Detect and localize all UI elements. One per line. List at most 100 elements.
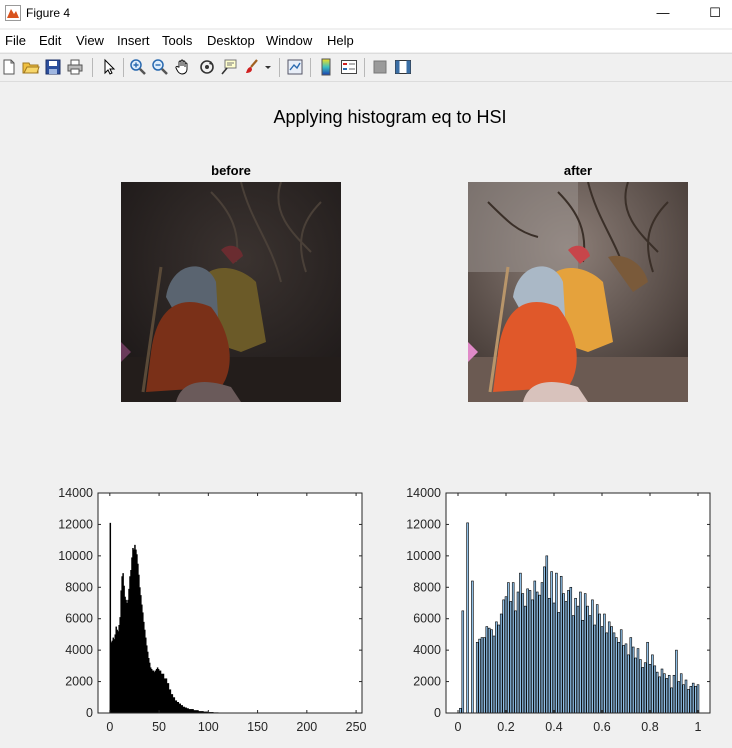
histogram-bar — [487, 627, 491, 714]
histogram-bar — [605, 632, 609, 714]
histogram-bar — [622, 645, 625, 714]
x-tick-label: 1 — [695, 720, 702, 734]
histogram-bar — [564, 601, 568, 714]
histogram-bar — [519, 572, 522, 714]
print-icon[interactable] — [66, 58, 84, 76]
zoom-out-icon[interactable] — [151, 58, 169, 76]
new-file-icon[interactable] — [0, 58, 18, 76]
menu-file[interactable]: File — [5, 33, 26, 48]
y-tick-label: 0 — [434, 706, 441, 720]
x-tick-label: 0 — [455, 720, 462, 734]
zoom-in-icon[interactable] — [129, 58, 147, 76]
pan-icon[interactable] — [174, 58, 192, 76]
histogram-bar — [526, 588, 529, 714]
show-plot-tools-icon[interactable] — [394, 58, 412, 76]
histogram-before: 0 2000 4000 6000 8000 10000 12000 14000 0 50 100 15… — [58, 486, 367, 734]
menu-window[interactable]: Window — [266, 33, 312, 48]
histogram-bar — [641, 667, 645, 714]
histogram-bar — [504, 596, 508, 714]
histogram-bar — [579, 591, 582, 714]
rotate-3d-icon[interactable] — [198, 58, 216, 76]
x-tick-label: 0.4 — [545, 720, 562, 734]
histogram-bar — [531, 599, 534, 714]
link-plot-icon[interactable] — [286, 58, 304, 76]
histogram-bar — [459, 707, 462, 714]
histogram-bar — [653, 665, 657, 714]
toolbar-separator — [364, 58, 365, 77]
histogram-bar — [631, 646, 635, 714]
menu-desktop[interactable]: Desktop — [207, 33, 255, 48]
maximize-button[interactable]: ☐ — [692, 0, 732, 28]
data-cursor-icon[interactable] — [220, 58, 238, 76]
histogram-bar — [627, 654, 630, 714]
y-tick-label: 6000 — [65, 612, 93, 626]
y-tick-label: 10000 — [406, 549, 441, 563]
histogram-bar — [475, 641, 479, 714]
histogram-bar — [562, 593, 565, 714]
window-titlebar: Figure 4 — ☐ — [0, 0, 732, 28]
histogram-bar — [603, 613, 606, 714]
histogram-bar — [567, 590, 570, 714]
histogram-bar — [663, 673, 666, 714]
y-tick-label: 12000 — [406, 517, 441, 531]
pointer-icon[interactable] — [100, 58, 118, 76]
menu-tools[interactable]: Tools — [162, 33, 192, 48]
x-tick-label: 0.8 — [641, 720, 658, 734]
histogram-bar — [533, 580, 537, 714]
after-image — [468, 182, 688, 402]
y-tick-label: 8000 — [413, 580, 441, 594]
figure-canvas: Applying histogram eq to HSI before afte… — [0, 82, 732, 748]
x-tick-label: 250 — [346, 720, 367, 734]
histogram-after: 0 2000 4000 6000 8000 10000 12000 14000 0 0.2 0.4 0… — [406, 486, 711, 734]
histogram-bar — [588, 615, 592, 714]
histogram-bar — [507, 582, 510, 714]
after-image-title: after — [563, 163, 593, 178]
menu-view[interactable]: View — [76, 33, 104, 48]
histogram-bar — [490, 629, 493, 714]
histogram-bar — [535, 591, 539, 714]
histogram-bar — [511, 582, 515, 714]
histogram-bar — [543, 566, 546, 714]
before-image — [121, 182, 341, 402]
histogram-bar — [485, 626, 489, 714]
y-tick-label: 10000 — [58, 549, 93, 563]
y-tick-label: 0 — [86, 706, 93, 720]
histogram-bar — [598, 613, 601, 714]
y-tick-label: 4000 — [65, 643, 93, 657]
histogram-bar — [555, 572, 558, 714]
legend-icon[interactable] — [340, 58, 358, 76]
histogram-bar — [679, 673, 683, 714]
menu-bar: File Edit View Insert Tools Desktop Wind… — [0, 30, 732, 52]
histogram-bar — [581, 619, 585, 714]
histogram-bar — [514, 610, 517, 714]
chevron-down-icon[interactable] — [263, 58, 273, 76]
x-tick-label: 100 — [198, 720, 219, 734]
menu-insert[interactable]: Insert — [117, 33, 150, 48]
histogram-bar — [576, 605, 580, 714]
hide-plot-tools-icon[interactable] — [371, 58, 389, 76]
histogram-bar — [550, 571, 553, 714]
histogram-bar — [691, 682, 695, 714]
minimize-button[interactable]: — — [640, 0, 686, 28]
toolbar-separator — [279, 58, 280, 77]
menu-help[interactable]: Help — [327, 33, 354, 48]
histogram-bar — [586, 605, 589, 714]
histogram-bar — [547, 597, 551, 714]
open-folder-icon[interactable] — [22, 58, 40, 76]
menu-edit[interactable]: Edit — [39, 33, 61, 48]
colorbar-icon[interactable] — [317, 58, 335, 76]
histogram-bar — [607, 621, 611, 714]
save-icon[interactable] — [44, 58, 62, 76]
histogram-bar — [188, 709, 194, 713]
histogram-bar — [615, 637, 618, 714]
x-tick-label: 50 — [152, 720, 166, 734]
brush-icon[interactable] — [243, 58, 261, 76]
y-tick-label: 2000 — [65, 675, 93, 689]
histogram-bar — [538, 594, 541, 714]
toolbar-separator — [123, 58, 124, 77]
histogram-bar — [610, 626, 613, 714]
histogram-bar — [646, 641, 649, 714]
histogram-bar — [612, 632, 616, 714]
y-tick-label: 12000 — [58, 517, 93, 531]
histogram-bar — [634, 657, 637, 714]
